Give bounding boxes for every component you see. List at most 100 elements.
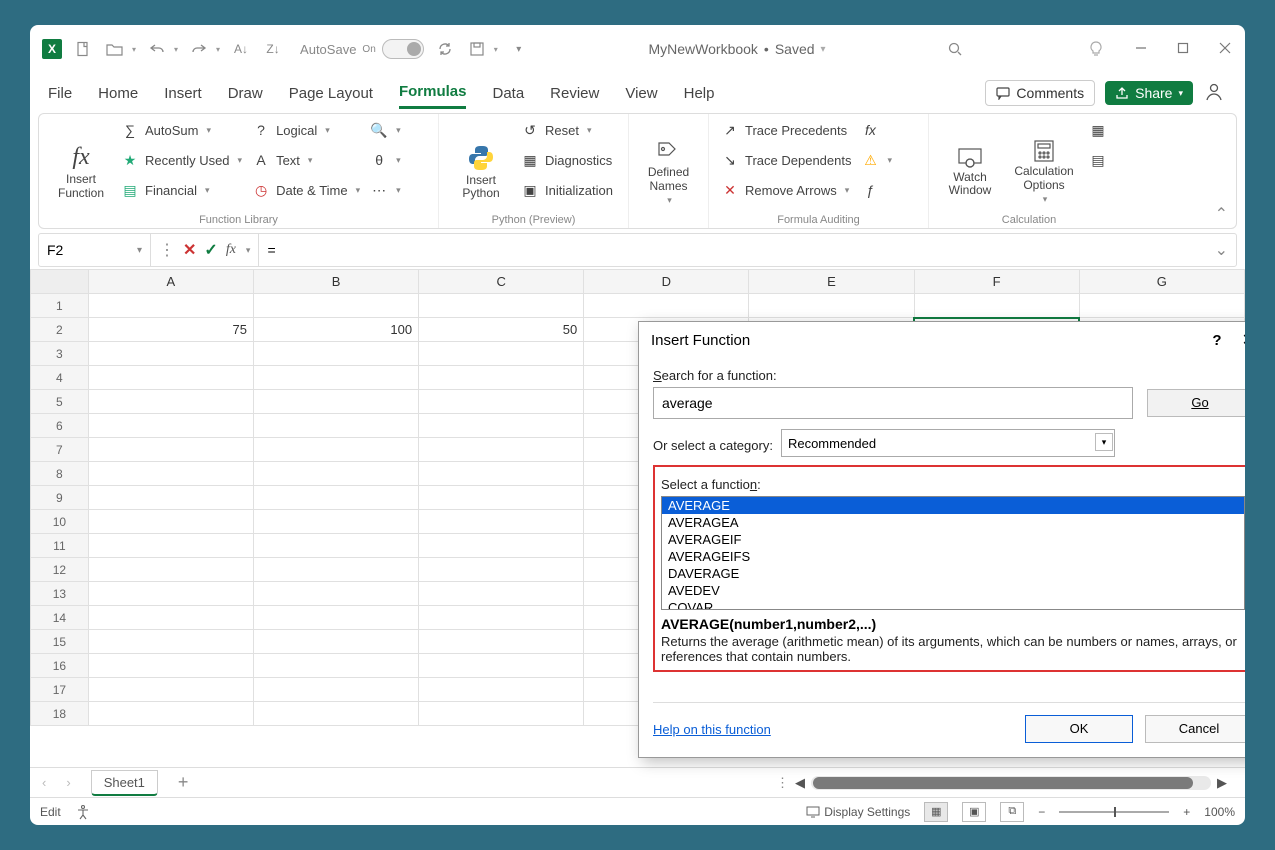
lookup-button[interactable]: 🔍▾ <box>370 118 401 142</box>
close-button[interactable] <box>1219 42 1233 56</box>
formula-input[interactable] <box>259 234 1206 266</box>
fbar-menu-icon[interactable]: ⋮ <box>159 240 175 260</box>
cell[interactable] <box>419 414 584 438</box>
function-list[interactable]: AVERAGEAVERAGEAAVERAGEIFAVERAGEIFSDAVERA… <box>661 496 1245 610</box>
redo-icon[interactable] <box>188 38 210 60</box>
function-item[interactable]: COVAR <box>662 599 1244 610</box>
financial-button[interactable]: ▤Financial▾ <box>121 178 242 202</box>
row-header[interactable]: 17 <box>31 678 89 702</box>
cell[interactable] <box>253 414 418 438</box>
calc-options-button[interactable]: Calculation Options▾ <box>1009 118 1079 226</box>
hscroll-left-icon[interactable]: ◀ <box>795 775 805 791</box>
zoom-in-button[interactable]: + <box>1183 805 1190 819</box>
cell[interactable] <box>914 294 1079 318</box>
cell[interactable]: 100 <box>253 318 418 342</box>
cell[interactable] <box>253 606 418 630</box>
maximize-button[interactable] <box>1177 42 1191 56</box>
tab-home[interactable]: Home <box>98 79 138 108</box>
row-header[interactable]: 14 <box>31 606 89 630</box>
insert-function-button[interactable]: fx Insert Function <box>51 118 111 226</box>
tab-review[interactable]: Review <box>550 79 599 108</box>
function-item[interactable]: DAVERAGE <box>662 565 1244 582</box>
cell[interactable] <box>419 582 584 606</box>
error-checking-button[interactable]: ⚠▾ <box>861 148 892 172</box>
diagnostics-button[interactable]: ▦Diagnostics <box>521 148 613 172</box>
minimize-button[interactable] <box>1135 42 1149 56</box>
row-header[interactable]: 3 <box>31 342 89 366</box>
cell[interactable] <box>253 366 418 390</box>
initialization-button[interactable]: ▣Initialization <box>521 178 613 202</box>
row-header[interactable]: 4 <box>31 366 89 390</box>
save-dropdown-icon[interactable]: ▾ <box>494 45 498 54</box>
column-header[interactable]: G <box>1079 270 1244 294</box>
tab-view[interactable]: View <box>625 79 657 108</box>
cancel-button[interactable]: Cancel <box>1145 715 1245 743</box>
new-file-icon[interactable] <box>72 38 94 60</box>
search-icon[interactable] <box>944 38 966 60</box>
row-header[interactable]: 6 <box>31 414 89 438</box>
cell[interactable] <box>88 294 253 318</box>
more-functions-button[interactable]: ⋯▾ <box>370 178 401 202</box>
show-formulas-button[interactable]: fx <box>861 118 892 142</box>
cell[interactable] <box>88 438 253 462</box>
tab-insert[interactable]: Insert <box>164 79 202 108</box>
accessibility-icon[interactable] <box>75 804 91 820</box>
cell[interactable] <box>419 510 584 534</box>
cell[interactable] <box>749 294 914 318</box>
tab-data[interactable]: Data <box>492 79 524 108</box>
search-function-input[interactable] <box>653 387 1133 419</box>
row-header[interactable]: 12 <box>31 558 89 582</box>
sort-desc-icon[interactable]: Z↓ <box>262 38 284 60</box>
cell[interactable] <box>419 438 584 462</box>
cell[interactable] <box>253 582 418 606</box>
add-sheet-icon[interactable]: + <box>178 772 189 793</box>
dialog-help-icon[interactable]: ? <box>1212 332 1221 349</box>
reset-button[interactable]: ↺Reset▾ <box>521 118 613 142</box>
math-button[interactable]: θ▾ <box>370 148 401 172</box>
lightbulb-icon[interactable] <box>1085 38 1107 60</box>
cell[interactable] <box>419 342 584 366</box>
column-header[interactable]: F <box>914 270 1079 294</box>
cell[interactable] <box>88 582 253 606</box>
cell[interactable] <box>253 630 418 654</box>
cell[interactable] <box>88 630 253 654</box>
cell[interactable] <box>88 414 253 438</box>
page-break-view-button[interactable]: ⧉ <box>1000 802 1024 822</box>
text-button[interactable]: AText▾ <box>252 148 360 172</box>
watch-window-button[interactable]: Watch Window <box>941 118 999 226</box>
expand-formula-bar-icon[interactable]: ⌄ <box>1207 240 1236 260</box>
zoom-slider[interactable] <box>1059 811 1169 813</box>
insert-function-fx-icon[interactable]: fx <box>226 242 236 258</box>
cell[interactable] <box>419 702 584 726</box>
comments-button[interactable]: Comments <box>985 80 1095 106</box>
cell[interactable] <box>88 534 253 558</box>
trace-dependents-button[interactable]: ↘Trace Dependents <box>721 148 851 172</box>
cell[interactable] <box>419 534 584 558</box>
column-header[interactable]: D <box>584 270 749 294</box>
enter-formula-icon[interactable]: ✓ <box>204 240 217 260</box>
sheet-prev-icon[interactable]: ‹ <box>42 775 46 790</box>
cell[interactable] <box>88 486 253 510</box>
cell[interactable] <box>253 678 418 702</box>
cell[interactable] <box>253 654 418 678</box>
account-icon[interactable] <box>1203 81 1227 105</box>
cell[interactable] <box>419 678 584 702</box>
cell[interactable] <box>253 702 418 726</box>
autosum-button[interactable]: ∑AutoSum▾ <box>121 118 242 142</box>
row-header[interactable]: 5 <box>31 390 89 414</box>
function-item[interactable]: AVERAGEIF <box>662 531 1244 548</box>
column-header[interactable]: C <box>419 270 584 294</box>
tab-draw[interactable]: Draw <box>228 79 263 108</box>
insert-python-button[interactable]: Insert Python <box>451 118 511 226</box>
logical-button[interactable]: ?Logical▾ <box>252 118 360 142</box>
row-header[interactable]: 7 <box>31 438 89 462</box>
display-settings-button[interactable]: Display Settings <box>806 805 910 819</box>
cell[interactable] <box>253 558 418 582</box>
row-header[interactable]: 2 <box>31 318 89 342</box>
cell[interactable] <box>419 630 584 654</box>
function-item[interactable]: AVEDEV <box>662 582 1244 599</box>
sheet-next-icon[interactable]: › <box>66 775 70 790</box>
sort-asc-icon[interactable]: A↓ <box>230 38 252 60</box>
calc-now-button[interactable]: ▦ <box>1089 118 1107 142</box>
cell[interactable] <box>88 606 253 630</box>
